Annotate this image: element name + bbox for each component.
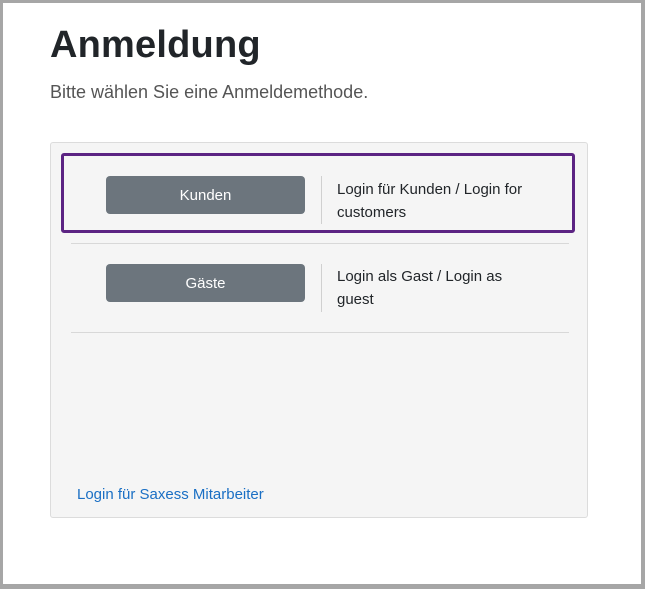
- guests-login-button[interactable]: Gäste: [106, 264, 305, 302]
- login-option-customers: Kunden Login für Kunden / Login for cust…: [61, 153, 575, 233]
- login-method-card: Kunden Login für Kunden / Login for cust…: [50, 142, 588, 518]
- option-separator: [321, 264, 322, 312]
- option-divider: [71, 332, 569, 333]
- customers-login-description: Login für Kunden / Login for customers: [337, 181, 523, 221]
- staff-login-link[interactable]: Login für Saxess Mitarbeiter: [77, 486, 264, 503]
- page-subtitle: Bitte wählen Sie eine Anmeldemethode.: [50, 82, 369, 102]
- option-separator: [321, 176, 322, 224]
- login-option-guests: Gäste Login als Gast / Login as guest: [61, 244, 575, 324]
- page-title: Anmeldung: [50, 24, 261, 66]
- guests-login-description: Login als Gast / Login as guest: [337, 268, 503, 308]
- customers-login-button[interactable]: Kunden: [106, 176, 305, 214]
